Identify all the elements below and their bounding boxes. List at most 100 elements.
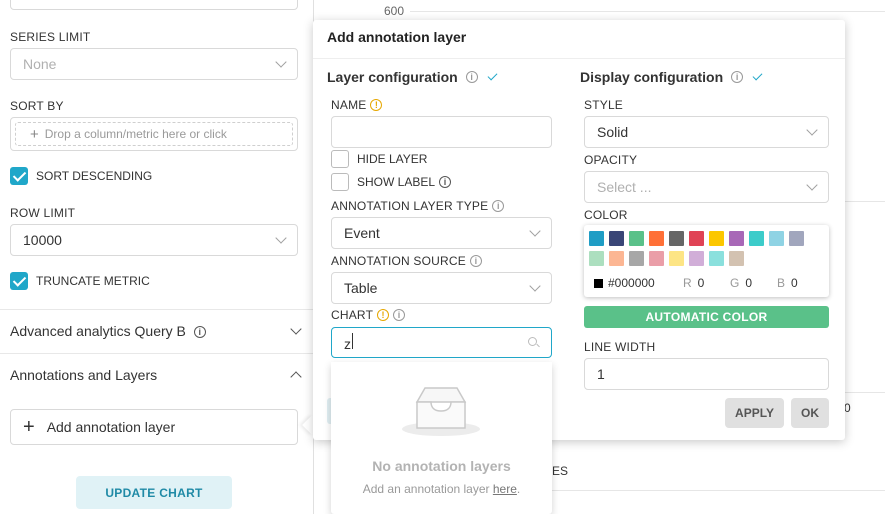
color-swatch[interactable] [629, 251, 644, 266]
info-icon: i [193, 326, 206, 339]
text-caret [352, 333, 353, 349]
chart-search-input[interactable]: z [331, 327, 552, 358]
sort-descending-checkbox[interactable]: SORT DESCENDING [10, 167, 152, 185]
color-swatch[interactable] [729, 251, 744, 266]
checkbox-checked-icon[interactable] [10, 272, 28, 290]
sort-by-dropzone[interactable]: + Drop a column/metric here or click [10, 117, 298, 151]
g-value: 0 [745, 276, 753, 290]
r-field[interactable]: R0 [683, 276, 704, 290]
advanced-analytics-section[interactable]: Advanced analytics Query B i [10, 323, 302, 339]
color-swatch[interactable] [609, 251, 624, 266]
b-value: 0 [791, 276, 798, 290]
color-swatch[interactable] [769, 231, 784, 246]
apply-button[interactable]: APPLY [725, 398, 784, 428]
b-field[interactable]: B0 [777, 276, 798, 290]
chart-label-text: CHART [331, 308, 374, 322]
opacity-select[interactable]: Select ... [584, 171, 829, 203]
chart-label: CHART ! i [331, 308, 406, 322]
series-limit-value: None [23, 56, 57, 72]
sort-by-label: SORT BY [10, 99, 64, 113]
color-swatch[interactable] [689, 231, 704, 246]
add-layer-here-link[interactable]: here [493, 482, 517, 496]
style-label: STYLE [584, 98, 624, 112]
series-limit-label: SERIES LIMIT [10, 30, 91, 44]
color-swatch[interactable] [589, 231, 604, 246]
g-field[interactable]: G0 [730, 276, 752, 290]
truncate-metric-checkbox[interactable]: TRUNCATE METRIC [10, 272, 150, 290]
gridline [845, 201, 885, 202]
color-swatch[interactable] [589, 251, 604, 266]
color-swatch[interactable] [709, 231, 724, 246]
gridline [552, 490, 885, 491]
color-swatch[interactable] [649, 231, 664, 246]
annotations-title: Annotations and Layers [10, 367, 158, 383]
color-label: COLOR [584, 208, 628, 222]
layer-type-label-text: ANNOTATION LAYER TYPE [331, 199, 489, 213]
plus-icon: + [30, 125, 39, 143]
update-chart-button[interactable]: UPDATE CHART [76, 476, 232, 509]
empty-text-end: . [516, 482, 521, 496]
hex-value: #000000 [608, 276, 655, 290]
empty-text: Add an annotation layer [362, 482, 490, 496]
ok-button[interactable]: OK [791, 398, 829, 428]
previous-field[interactable] [10, 0, 298, 10]
info-icon: i [469, 255, 482, 267]
color-swatch[interactable] [729, 231, 744, 246]
plus-icon: + [23, 416, 35, 438]
line-width-input[interactable]: 1 [584, 358, 829, 390]
add-annotation-layer-button[interactable]: + Add annotation layer [10, 409, 298, 445]
row-limit-value: 10000 [23, 232, 62, 248]
display-configuration-heading: Display configuration i [580, 69, 763, 85]
control-panel: SERIES LIMIT None SORT BY + Drop a colum… [0, 0, 314, 514]
color-swatch[interactable] [609, 231, 624, 246]
series-limit-select[interactable]: None [10, 48, 298, 80]
color-swatch[interactable] [689, 251, 704, 266]
chart-text-fragment: 0 [844, 401, 851, 415]
checkbox-icon[interactable] [331, 173, 349, 191]
chevron-down-icon[interactable] [290, 323, 302, 335]
chart-text-fragment: ES [552, 464, 569, 478]
hide-layer-checkbox[interactable]: HIDE LAYER [331, 150, 427, 168]
row-limit-select[interactable]: 10000 [10, 224, 298, 256]
automatic-color-button[interactable]: AUTOMATIC COLOR [584, 306, 829, 328]
checkbox-icon[interactable] [331, 150, 349, 168]
divider [0, 309, 314, 310]
show-label-checkbox[interactable]: SHOW LABEL i [331, 173, 452, 191]
sort-descending-label: SORT DESCENDING [36, 169, 153, 183]
info-icon: i [439, 176, 452, 188]
info-icon: i [393, 309, 406, 321]
layer-type-value: Event [344, 225, 380, 241]
color-swatch[interactable] [629, 231, 644, 246]
line-width-label: LINE WIDTH [584, 340, 656, 354]
empty-inbox-icon [402, 387, 480, 436]
layer-type-select[interactable]: Event [331, 217, 552, 249]
chevron-up-icon[interactable] [290, 371, 302, 383]
hex-field[interactable]: #000000 [594, 276, 655, 290]
annotation-source-select[interactable]: Table [331, 272, 552, 304]
advanced-analytics-title: Advanced analytics Query B [10, 323, 186, 339]
color-swatch[interactable] [749, 231, 764, 246]
color-swatch[interactable] [789, 231, 804, 246]
name-label-text: NAME [331, 98, 367, 112]
warning-icon: ! [370, 99, 383, 111]
color-swatch[interactable] [669, 251, 684, 266]
annotations-section[interactable]: Annotations and Layers [10, 367, 302, 383]
warning-icon: ! [377, 309, 390, 321]
color-swatch[interactable] [649, 251, 664, 266]
chevron-down-icon [529, 225, 541, 237]
layer-configuration-title: Layer configuration [327, 69, 458, 85]
add-annotation-layer-label: Add annotation layer [46, 419, 176, 435]
gridline [845, 392, 885, 393]
checkbox-checked-icon[interactable] [10, 167, 28, 185]
empty-title: No annotation layers [372, 458, 511, 474]
display-configuration-title: Display configuration [580, 69, 724, 85]
color-swatch[interactable] [709, 251, 724, 266]
name-input[interactable] [331, 116, 552, 148]
layer-type-label: ANNOTATION LAYER TYPE i [331, 199, 505, 213]
style-value: Solid [597, 124, 629, 140]
opacity-label: OPACITY [584, 153, 638, 167]
color-swatch[interactable] [669, 231, 684, 246]
current-color-swatch [594, 278, 603, 288]
style-select[interactable]: Solid [584, 116, 829, 148]
divider [313, 58, 845, 59]
